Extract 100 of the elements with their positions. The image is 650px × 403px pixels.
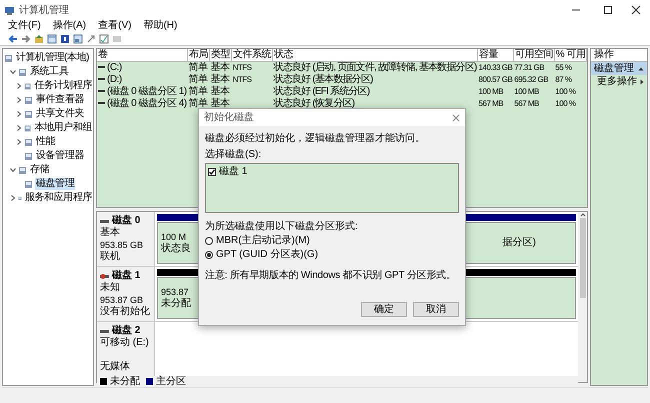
disk-name: 磁盘 2 bbox=[112, 325, 140, 337]
window-icon[interactable] bbox=[47, 34, 57, 44]
panel-icon[interactable] bbox=[73, 34, 83, 44]
column-header[interactable]: 可用空间 bbox=[513, 49, 554, 61]
node-icon bbox=[4, 54, 13, 62]
node-icon bbox=[24, 96, 33, 104]
menu-item[interactable]: 操作(A) bbox=[52, 20, 86, 32]
column-header[interactable]: 布局 bbox=[188, 49, 210, 61]
table-cell: (磁盘 0 磁盘分区 4) bbox=[107, 98, 187, 108]
disk-type: 可移动 (E:) bbox=[100, 337, 150, 349]
node-icon bbox=[24, 138, 33, 146]
table-cell: 简单 bbox=[188, 62, 208, 73]
checkbox[interactable] bbox=[208, 168, 216, 176]
actions-header[interactable]: 磁盘管理 bbox=[591, 62, 647, 75]
partition-text: 状态良 bbox=[161, 243, 191, 255]
column-header[interactable]: 状态 bbox=[272, 49, 478, 61]
column-header[interactable]: % 可用 bbox=[554, 49, 587, 61]
tree-item[interactable]: 计算机管理(本地) bbox=[15, 52, 90, 64]
tree-item[interactable]: 系统工具 bbox=[29, 66, 70, 78]
volume-icon bbox=[98, 89, 105, 93]
back-icon[interactable] bbox=[8, 34, 18, 44]
computer-icon bbox=[4, 4, 15, 16]
field-label: 为所选磁盘使用以下磁盘分区形式: bbox=[205, 220, 359, 233]
submenu-icon[interactable] bbox=[639, 78, 645, 84]
menu-item[interactable]: 查看(V) bbox=[98, 20, 132, 32]
table-cell: 567 MB bbox=[478, 98, 504, 108]
partition-text: 100 M bbox=[161, 231, 188, 242]
table-cell: 基本 bbox=[210, 86, 230, 96]
volume-icon bbox=[98, 101, 105, 105]
menu-item[interactable]: 帮助(H) bbox=[143, 20, 178, 32]
table-cell: 基本 bbox=[210, 98, 230, 108]
scroll-up-icon[interactable] bbox=[580, 212, 586, 218]
tree-item[interactable]: 性能 bbox=[35, 136, 56, 148]
check-icon[interactable] bbox=[99, 34, 109, 44]
forward-icon[interactable] bbox=[21, 34, 31, 44]
table-cell: 状态良好 (启动, 页面文件, 故障转储, 基本数据分区) bbox=[274, 62, 477, 73]
tree-item[interactable]: 本地用户和组 bbox=[33, 122, 93, 134]
column-header[interactable]: 卷 bbox=[97, 49, 188, 61]
dialog-button[interactable]: 确定 bbox=[361, 302, 407, 317]
node-icon bbox=[24, 110, 33, 118]
field-label: 选择磁盘(S): bbox=[205, 148, 262, 161]
partition-text: 未分配 bbox=[161, 298, 191, 310]
tree-item[interactable]: 存储 bbox=[29, 164, 50, 176]
maximize-icon[interactable] bbox=[602, 4, 614, 16]
column-header[interactable]: 文件系统 bbox=[232, 49, 273, 61]
radio-button[interactable] bbox=[205, 251, 213, 259]
disk-status: 联机 bbox=[100, 251, 121, 263]
expand-icon[interactable] bbox=[10, 195, 16, 201]
radio-label: MBR(主启动记录)(M) bbox=[216, 235, 310, 247]
partition-text: 953.87 bbox=[161, 286, 190, 298]
panel-title: 操作 bbox=[591, 49, 647, 62]
disk-status: 无媒体 bbox=[100, 361, 131, 373]
tree-item[interactable]: 磁盘管理 bbox=[35, 178, 76, 190]
table-cell: 100 % bbox=[555, 86, 576, 96]
expand-icon[interactable] bbox=[16, 111, 22, 117]
radio-button[interactable] bbox=[205, 237, 213, 245]
disk-list[interactable]: 磁盘 1 bbox=[205, 163, 459, 213]
expand-icon[interactable] bbox=[16, 125, 22, 131]
expand-icon[interactable] bbox=[16, 97, 22, 103]
collapse-icon[interactable] bbox=[10, 167, 16, 173]
collapse-icon[interactable] bbox=[10, 69, 16, 75]
table-cell: (D:) bbox=[107, 74, 122, 84]
close-icon[interactable] bbox=[630, 4, 642, 16]
checkbox-label: 磁盘 1 bbox=[219, 166, 248, 178]
tree-item[interactable]: 事件查看器 bbox=[35, 94, 86, 106]
disk-size: 953.87 GB bbox=[100, 294, 144, 306]
disk-size: 953.85 GB bbox=[100, 239, 144, 250]
table-cell: 基本 bbox=[210, 74, 230, 84]
table-cell: 695.32 GB bbox=[514, 74, 548, 84]
disk-type: 未知 bbox=[100, 282, 121, 294]
table-cell: 状态良好 (恢复分区) bbox=[274, 98, 354, 108]
list-icon[interactable] bbox=[112, 34, 122, 44]
scrollbar[interactable] bbox=[578, 212, 587, 382]
dialog-title: 初始化磁盘 bbox=[204, 110, 255, 125]
table-cell: 100 MB bbox=[478, 86, 504, 96]
table-cell: (C:) bbox=[107, 62, 122, 73]
column-header[interactable]: 容量 bbox=[478, 49, 514, 61]
table-cell: NTFS bbox=[232, 74, 252, 84]
window-title: 计算机管理 bbox=[19, 4, 69, 18]
tree-item[interactable]: 共享文件夹 bbox=[35, 108, 86, 120]
dialog-button[interactable]: 取消 bbox=[413, 302, 459, 317]
disk-list-item[interactable]: 磁盘 1 bbox=[208, 166, 456, 178]
disk-type: 基本 bbox=[100, 227, 121, 239]
table-cell: 简单 bbox=[188, 86, 208, 96]
menu-item[interactable]: 文件(F) bbox=[8, 20, 41, 32]
table-cell: 77.31 GB bbox=[514, 62, 544, 72]
table-cell: NTFS bbox=[232, 62, 252, 72]
tree-item[interactable]: 服务和应用程序 bbox=[24, 192, 93, 204]
collapse-icon[interactable] bbox=[638, 66, 644, 72]
table-cell: 简单 bbox=[188, 74, 208, 84]
expand-icon[interactable] bbox=[16, 83, 22, 89]
tree-item[interactable]: 任务计划程序 bbox=[33, 80, 93, 92]
column-header[interactable]: 类型 bbox=[210, 49, 232, 61]
action-item[interactable]: 更多操作 bbox=[591, 75, 647, 88]
folder-up-icon[interactable] bbox=[34, 34, 44, 44]
expand-icon[interactable] bbox=[16, 139, 22, 145]
disk-name: 磁盘 1 bbox=[112, 270, 140, 282]
table-cell: 状态良好 (EFI 系统分区) bbox=[274, 86, 370, 96]
tree-item[interactable]: 设备管理器 bbox=[35, 150, 86, 162]
message-text: 磁盘必须经过初始化，逻辑磁盘管理器才能访问。 bbox=[205, 132, 426, 145]
